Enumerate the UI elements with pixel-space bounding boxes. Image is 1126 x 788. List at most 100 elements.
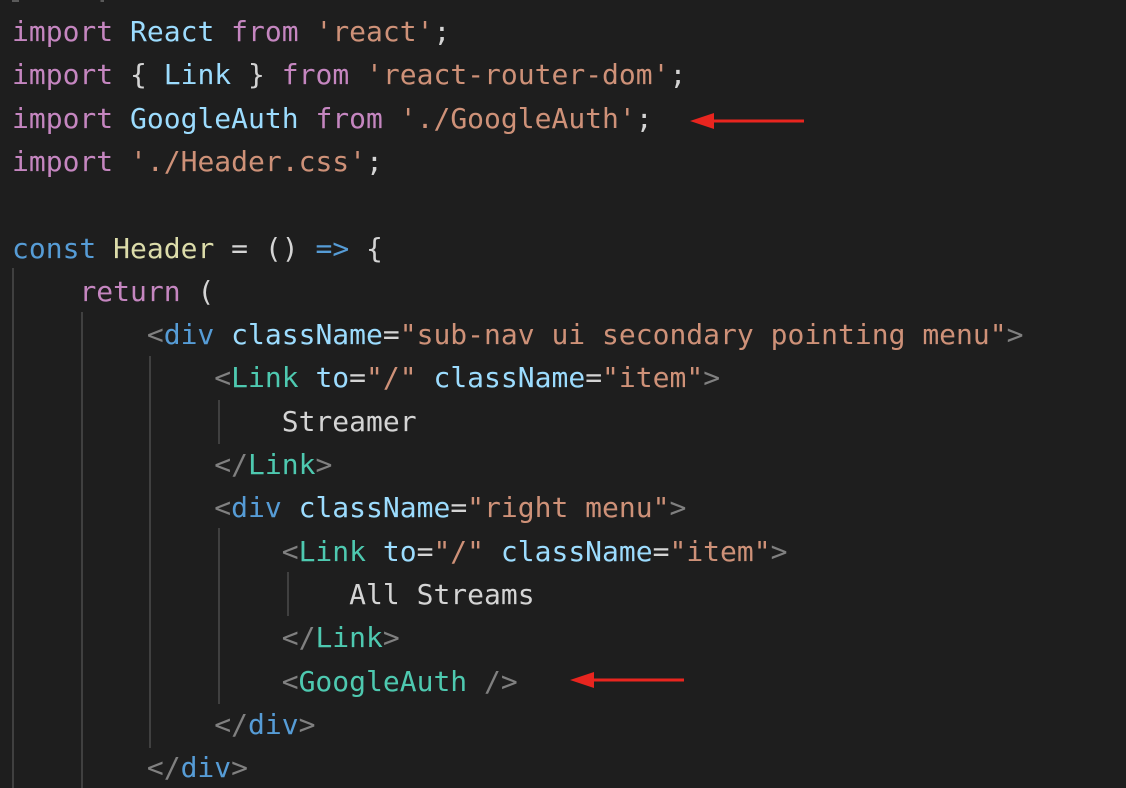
code-line[interactable]: import { Link } from 'react-router-dom'; [12, 55, 686, 95]
code-token: className [433, 361, 586, 395]
code-token: > [382, 621, 400, 655]
code-token: GoogleAuth [130, 101, 299, 135]
indent-guide-1 [12, 268, 14, 788]
code-token: Streamer [281, 404, 417, 438]
code-token: ; [669, 58, 687, 92]
code-line[interactable]: <Link to="/" className="item"> [12, 358, 720, 398]
code-token: from [281, 58, 350, 92]
code-token: </ [281, 621, 316, 655]
code-token: = [585, 361, 603, 395]
code-token: "sub-nav ui secondary pointing menu" [399, 318, 1007, 352]
code-token: "item" [602, 361, 704, 395]
code-token: className [298, 491, 451, 525]
arrow-annotation-component [570, 670, 686, 690]
clipped-line-top [12, 0, 352, 4]
code-token: import [12, 101, 114, 135]
code-line[interactable]: <div className="right menu"> [12, 488, 686, 528]
code-token: > [703, 361, 721, 395]
code-token: GoogleAuth [298, 664, 468, 698]
code-token: /> [484, 664, 518, 698]
code-token: ; [635, 101, 653, 135]
code-token: </ [214, 707, 249, 741]
code-token: > [669, 491, 687, 525]
code-token: < [281, 534, 299, 568]
code-line[interactable]: import './Header.css'; [12, 142, 383, 182]
code-token: Link [315, 621, 383, 655]
code-editor[interactable]: import React from 'react'; import { Link … [0, 0, 1126, 788]
code-line[interactable]: <div className="sub-nav ui secondary poi… [12, 315, 1024, 355]
code-line[interactable]: </div> [12, 705, 315, 745]
code-line[interactable]: <Link to="/" className="item"> [12, 532, 788, 572]
code-line[interactable]: </Link> [12, 618, 400, 658]
indent-guide-4 [218, 400, 220, 444]
code-line[interactable]: import GoogleAuth from './GoogleAuth'; [12, 99, 653, 139]
indent-guide-2 [81, 312, 83, 788]
code-token: Link [298, 534, 367, 568]
code-token: 'react-router-dom' [366, 58, 670, 92]
code-token: to [315, 361, 350, 395]
code-token: import [12, 144, 114, 178]
code-token: './GoogleAuth' [399, 101, 636, 135]
code-line[interactable]: import React from 'react'; [12, 12, 450, 52]
indent-guide-5 [218, 528, 220, 704]
code-token: return [79, 274, 181, 308]
code-line[interactable]: All Streams [12, 575, 534, 615]
code-line[interactable]: </Link> [12, 445, 332, 485]
code-token: Link [163, 58, 232, 92]
code-token: = () [214, 231, 316, 265]
code-token: ; [366, 144, 383, 178]
code-token: </ [146, 751, 181, 785]
code-token: import [12, 15, 114, 48]
code-token: Link [231, 361, 299, 395]
code-token: Header [113, 231, 215, 265]
code-token: { [349, 231, 383, 265]
code-token: > [298, 707, 316, 741]
code-token: div [163, 318, 215, 352]
code-line[interactable]: </div> [12, 748, 248, 788]
code-token: import [12, 58, 114, 92]
code-token: > [315, 448, 333, 481]
code-token: div [180, 751, 232, 785]
code-token: from [315, 101, 383, 135]
code-line[interactable]: Streamer [12, 402, 417, 442]
code-token: > [770, 534, 788, 568]
code-token: "/" [433, 534, 485, 568]
code-line[interactable]: const Header = () => { [12, 229, 383, 269]
code-token: div [231, 491, 282, 525]
code-token: "/" [366, 361, 417, 395]
code-token: { [113, 58, 164, 92]
code-token: to [382, 534, 417, 568]
code-token: > [1006, 318, 1024, 352]
arrow-annotation-import [690, 111, 806, 131]
code-line[interactable]: return ( [12, 272, 214, 312]
code-token: < [214, 361, 232, 395]
code-token: "right menu" [467, 491, 670, 525]
code-token: = [416, 534, 434, 568]
code-line[interactable]: <GoogleAuth /> [12, 662, 518, 702]
code-token: => [315, 231, 350, 265]
code-token: < [214, 491, 232, 525]
code-token: Link [248, 448, 316, 481]
code-token: "item" [669, 534, 771, 568]
code-token: </ [214, 448, 249, 481]
code-token: 'react' [315, 15, 434, 48]
